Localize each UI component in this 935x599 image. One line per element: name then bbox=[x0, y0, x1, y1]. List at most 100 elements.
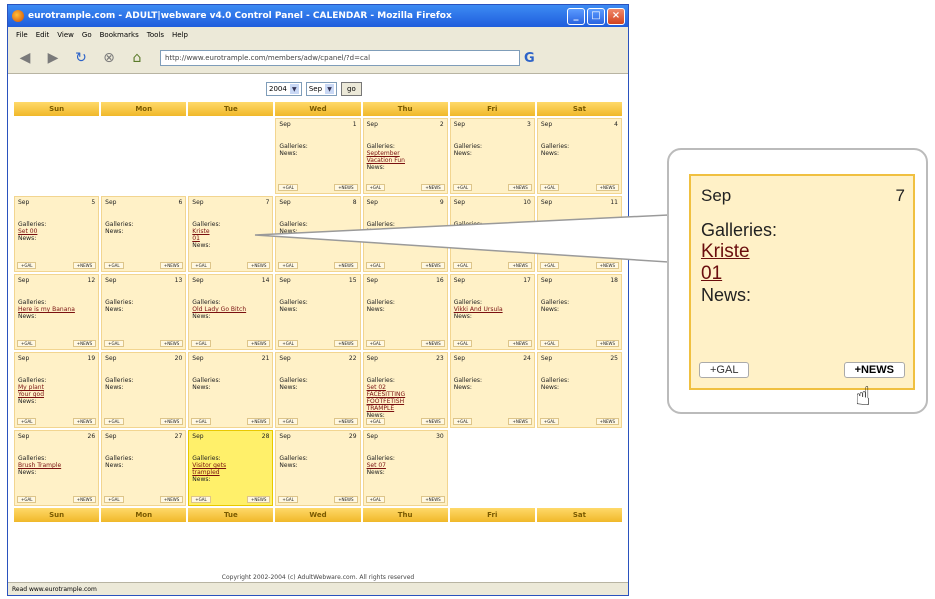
add-news-button[interactable]: +NEWS bbox=[508, 262, 532, 269]
add-news-button[interactable]: +NEWS bbox=[72, 496, 97, 503]
close-button[interactable]: × bbox=[607, 7, 625, 25]
gallery-link[interactable]: Vikki And Ursula bbox=[454, 306, 532, 313]
add-gallery-button[interactable]: +GAL bbox=[539, 184, 560, 191]
gallery-link[interactable]: Set 00 bbox=[18, 228, 96, 235]
add-gallery-button[interactable]: +GAL bbox=[365, 496, 385, 503]
add-gallery-button[interactable]: +GAL bbox=[17, 262, 37, 269]
gallery-link[interactable]: Brush Trample bbox=[18, 462, 96, 469]
add-gallery-button[interactable]: +GAL bbox=[104, 418, 124, 425]
add-gallery-button[interactable]: +GAL bbox=[539, 340, 560, 347]
gallery-link[interactable]: 01 bbox=[192, 235, 270, 242]
add-gallery-button[interactable]: +GAL bbox=[452, 340, 473, 347]
add-gallery-button[interactable]: +GAL bbox=[191, 262, 211, 269]
add-news-button[interactable]: +NEWS bbox=[843, 362, 905, 378]
add-news-button[interactable]: +NEWS bbox=[421, 262, 445, 269]
stop-icon[interactable]: ⊗ bbox=[98, 47, 120, 69]
add-gallery-button[interactable]: +GAL bbox=[17, 340, 37, 347]
menu-go[interactable]: Go bbox=[82, 31, 92, 39]
gallery-link[interactable]: My plant bbox=[18, 384, 96, 391]
add-gallery-button[interactable]: +GAL bbox=[278, 262, 298, 269]
gallery-link[interactable]: FACESITTING bbox=[367, 391, 445, 398]
add-gallery-button[interactable]: +GAL bbox=[104, 340, 124, 347]
reload-icon[interactable]: ↻ bbox=[70, 47, 92, 69]
url-input[interactable]: http://www.eurotrample.com/members/adw/c… bbox=[160, 50, 520, 66]
gallery-link[interactable]: FOOTFETISH bbox=[367, 398, 445, 405]
menu-help[interactable]: Help bbox=[172, 31, 188, 39]
go-icon[interactable]: G bbox=[524, 51, 535, 66]
add-gallery-button[interactable]: +GAL bbox=[278, 496, 298, 503]
add-news-button[interactable]: +NEWS bbox=[247, 418, 271, 425]
add-news-button[interactable]: +NEWS bbox=[159, 496, 184, 503]
year-select[interactable]: 2004 ▼ bbox=[266, 82, 302, 96]
gallery-link[interactable]: Going For Gas bbox=[454, 235, 532, 242]
add-gallery-button[interactable]: +GAL bbox=[17, 418, 37, 425]
back-arrow-icon[interactable]: ◀ bbox=[14, 47, 36, 69]
add-news-button[interactable]: +NEWS bbox=[334, 496, 358, 503]
gallery-link[interactable]: Set 07 bbox=[367, 462, 445, 469]
add-news-button[interactable]: +NEWS bbox=[334, 184, 358, 191]
gallery-link[interactable]: TRAMPLE bbox=[367, 405, 445, 412]
minimize-button[interactable]: _ bbox=[567, 7, 585, 25]
add-gallery-button[interactable]: +GAL bbox=[539, 418, 560, 425]
add-news-button[interactable]: +NEWS bbox=[334, 418, 358, 425]
add-news-button[interactable]: +NEWS bbox=[334, 340, 358, 347]
add-gallery-button[interactable]: +GAL bbox=[452, 418, 473, 425]
zoomed-gallery-link[interactable]: 01 bbox=[701, 263, 913, 285]
add-gallery-button[interactable]: +GAL bbox=[191, 340, 211, 347]
add-news-button[interactable]: +NEWS bbox=[159, 340, 184, 347]
add-news-button[interactable]: +NEWS bbox=[421, 184, 445, 191]
add-gallery-button[interactable]: +GAL bbox=[191, 418, 211, 425]
gallery-link[interactable]: Your god bbox=[18, 391, 96, 398]
menu-edit[interactable]: Edit bbox=[36, 31, 50, 39]
gallery-link[interactable]: September bbox=[367, 150, 445, 157]
forward-arrow-icon[interactable]: ▶ bbox=[42, 47, 64, 69]
add-news-button[interactable]: +NEWS bbox=[72, 418, 97, 425]
add-news-button[interactable]: +NEWS bbox=[159, 418, 184, 425]
gallery-link[interactable]: Old Lady Go Bitch bbox=[192, 306, 270, 313]
add-gallery-button[interactable]: +GAL bbox=[191, 496, 211, 503]
gallery-link[interactable]: Set 02 bbox=[367, 384, 445, 391]
gallery-link[interactable]: Vacation Fun bbox=[367, 157, 445, 164]
gallery-link[interactable]: Here is my Banana bbox=[18, 306, 96, 313]
add-news-button[interactable]: +NEWS bbox=[595, 184, 619, 191]
add-gallery-button[interactable]: +GAL bbox=[104, 496, 124, 503]
add-gallery-button[interactable]: +GAL bbox=[539, 262, 560, 269]
menu-view[interactable]: View bbox=[57, 31, 74, 39]
month-select[interactable]: Sep ▼ bbox=[305, 82, 338, 96]
gallery-link[interactable]: Kriste bbox=[192, 228, 270, 235]
add-news-button[interactable]: +NEWS bbox=[421, 496, 445, 503]
add-news-button[interactable]: +NEWS bbox=[247, 262, 271, 269]
add-gallery-button[interactable]: +GAL bbox=[452, 184, 473, 191]
add-gallery-button[interactable]: +GAL bbox=[365, 184, 385, 191]
add-news-button[interactable]: +NEWS bbox=[334, 262, 358, 269]
add-gallery-button[interactable]: +GAL bbox=[365, 418, 385, 425]
add-gallery-button[interactable]: +GAL bbox=[104, 262, 124, 269]
menu-file[interactable]: File bbox=[16, 31, 28, 39]
add-news-button[interactable]: +NEWS bbox=[595, 262, 619, 269]
gallery-link[interactable]: Shoeman in bbox=[454, 228, 532, 235]
add-gallery-button[interactable]: +GAL bbox=[699, 362, 750, 378]
add-news-button[interactable]: +NEWS bbox=[247, 340, 271, 347]
maximize-button[interactable]: □ bbox=[587, 7, 605, 25]
add-news-button[interactable]: +NEWS bbox=[72, 340, 97, 347]
home-icon[interactable]: ⌂ bbox=[126, 47, 148, 69]
add-gallery-button[interactable]: +GAL bbox=[278, 184, 298, 191]
add-gallery-button[interactable]: +GAL bbox=[365, 340, 385, 347]
add-news-button[interactable]: +NEWS bbox=[508, 184, 532, 191]
add-news-button[interactable]: +NEWS bbox=[72, 262, 97, 269]
add-gallery-button[interactable]: +GAL bbox=[365, 262, 385, 269]
add-news-button[interactable]: +NEWS bbox=[595, 340, 619, 347]
zoomed-gallery-link[interactable]: Kriste bbox=[701, 241, 913, 263]
add-gallery-button[interactable]: +GAL bbox=[278, 340, 298, 347]
menu-bookmarks[interactable]: Bookmarks bbox=[100, 31, 139, 39]
add-news-button[interactable]: +NEWS bbox=[595, 418, 619, 425]
add-gallery-button[interactable]: +GAL bbox=[278, 418, 298, 425]
add-news-button[interactable]: +NEWS bbox=[159, 262, 184, 269]
add-news-button[interactable]: +NEWS bbox=[421, 340, 445, 347]
add-news-button[interactable]: +NEWS bbox=[508, 340, 532, 347]
add-gallery-button[interactable]: +GAL bbox=[452, 262, 473, 269]
add-news-button[interactable]: +NEWS bbox=[508, 418, 532, 425]
add-news-button[interactable]: +NEWS bbox=[247, 496, 271, 503]
add-gallery-button[interactable]: +GAL bbox=[17, 496, 37, 503]
gallery-link[interactable]: trampled bbox=[192, 469, 270, 476]
